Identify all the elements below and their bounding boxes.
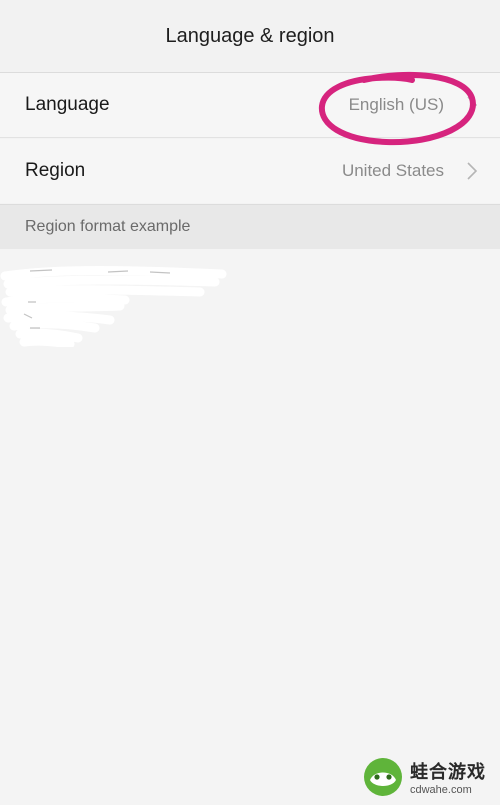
section-title: Region format example: [25, 218, 191, 235]
chevron-right-icon: [467, 96, 478, 114]
region-row[interactable]: Region United States: [0, 139, 500, 203]
redaction-scribble: [0, 266, 227, 347]
language-value: English (US): [348, 95, 444, 114]
chevron-right-icon: [467, 162, 478, 180]
region-format-section-header: Region format example: [0, 204, 500, 250]
title-bar: Language & region: [0, 0, 500, 73]
watermark-name: 蛙合游戏: [410, 762, 486, 782]
watermark: 蛙合游戏 cdwahe.com: [362, 752, 498, 802]
region-value: United States: [341, 161, 444, 180]
frog-logo-icon: [364, 758, 402, 796]
page-title: Language & region: [165, 24, 335, 47]
watermark-url: cdwahe.com: [410, 784, 472, 796]
language-row[interactable]: Language English (US): [0, 73, 500, 138]
region-label: Region: [25, 160, 86, 181]
language-label: Language: [25, 94, 110, 115]
